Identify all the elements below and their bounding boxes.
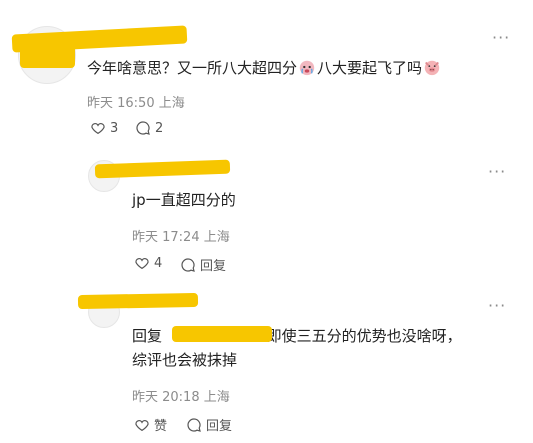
reply-button[interactable]: 回复 xyxy=(186,415,232,434)
comment-time: 昨天 20:18 xyxy=(132,390,200,405)
crying-face-emoji-icon xyxy=(299,60,315,76)
comment-text-line2: 综评也会被抹掉 xyxy=(132,351,238,369)
comment-location: 上海 xyxy=(158,96,185,111)
like-button[interactable]: 3 xyxy=(90,120,118,136)
more-options-button[interactable]: ··· xyxy=(492,28,510,47)
reply-prefix: 回复 xyxy=(132,327,163,345)
comment-text-part1: 今年啥意思？又一所八大超四分 xyxy=(87,59,298,77)
more-options-button[interactable]: ··· xyxy=(488,296,506,315)
redacted-avatar xyxy=(20,40,75,68)
comment-location: 上海 xyxy=(203,390,230,405)
comment-meta: 昨天 17:24 上海 xyxy=(132,226,230,245)
comment-bubble-icon xyxy=(187,417,201,432)
reply-count: 2 xyxy=(155,120,164,136)
comment-text-part2: 八大要起飞了吗 xyxy=(317,59,423,77)
comment-bubble-icon xyxy=(136,121,150,135)
like-button[interactable]: 赞 xyxy=(134,415,167,434)
reply-label: 回复 xyxy=(200,259,227,274)
like-label: 赞 xyxy=(154,419,168,434)
comment-meta: 昨天 16:50 上海 xyxy=(87,92,185,111)
pig-face-emoji-icon xyxy=(424,60,440,76)
heart-icon xyxy=(135,419,149,431)
more-options-button[interactable]: ··· xyxy=(488,162,506,181)
like-button[interactable]: 4 xyxy=(134,255,162,271)
reply-label: 回复 xyxy=(206,419,233,434)
comment-location: 上海 xyxy=(203,230,230,245)
comment-text: 今年啥意思？又一所八大超四分 八大要起飞了吗 xyxy=(87,56,442,80)
like-count: 4 xyxy=(154,255,163,271)
redacted-mention xyxy=(172,326,272,342)
comment-time: 昨天 16:50 xyxy=(87,96,155,111)
comment-time: 昨天 17:24 xyxy=(132,230,200,245)
reply-button[interactable]: 2 xyxy=(135,120,163,136)
comment-text: jp一直超四分的 xyxy=(132,191,236,209)
like-count: 3 xyxy=(110,120,119,136)
redacted-username xyxy=(77,292,199,310)
redacted-username xyxy=(94,159,231,179)
reply-button[interactable]: 回复 xyxy=(180,255,226,274)
heart-icon xyxy=(91,123,105,135)
comment-bubble-icon xyxy=(181,257,195,272)
comment-text-line1: : 即使三五分的优势也没啥呀， xyxy=(256,327,462,345)
heart-icon xyxy=(135,258,149,270)
comment-meta: 昨天 20:18 上海 xyxy=(132,386,230,405)
